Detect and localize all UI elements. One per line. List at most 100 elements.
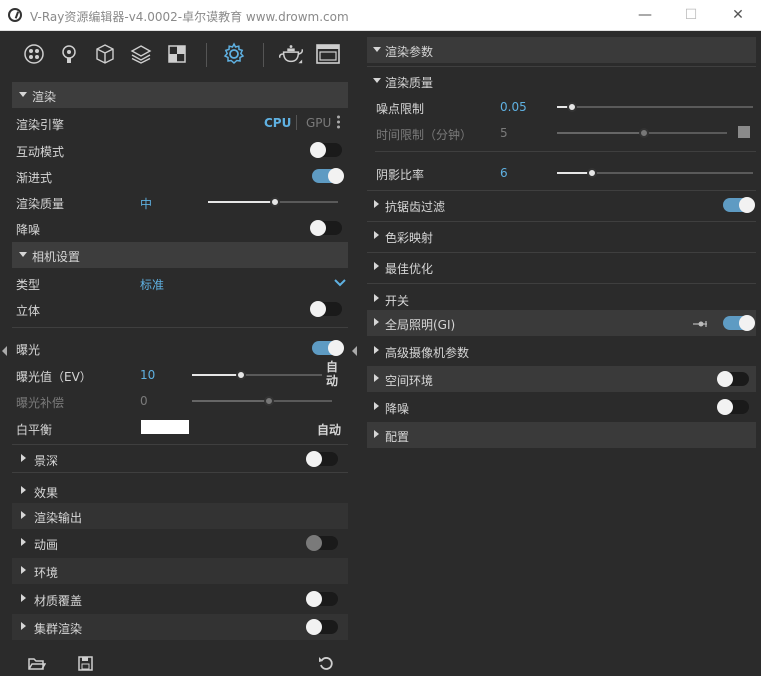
layers-icon[interactable] (128, 41, 154, 67)
animation-toggle[interactable] (306, 535, 338, 551)
lights-icon[interactable] (56, 41, 82, 67)
slider-handle (639, 128, 649, 138)
right-panel: 渲染参数 渲染质量 噪点限制 0.05 时间限制（分钟） 5 阴影比率 6 抗锯… (365, 31, 761, 676)
denoise-toggle[interactable] (310, 220, 342, 236)
render-quality-row: 渲染质量 中 (12, 189, 348, 215)
render-output-section[interactable]: 渲染输出 (12, 503, 348, 529)
dof-row[interactable]: 景深 (12, 446, 348, 472)
frame-buffer-icon[interactable] (315, 41, 341, 67)
interactive-label: 互动模式 (16, 145, 65, 159)
collapse-right-arrow-icon[interactable] (352, 346, 357, 356)
stereo-toggle[interactable] (310, 301, 342, 317)
render-params-header[interactable]: 渲染参数 (367, 37, 756, 63)
settings-icon[interactable] (221, 41, 247, 67)
ev-slider[interactable] (192, 370, 322, 380)
time-limit-checkbox[interactable] (738, 126, 750, 138)
config-row[interactable]: 配置 (367, 422, 756, 448)
ev-auto-button[interactable]: 自动 (326, 360, 340, 388)
denoise-label: 降噪 (16, 223, 41, 237)
environment-section[interactable]: 环境 (12, 558, 348, 584)
effects-row[interactable]: 效果 (12, 478, 348, 504)
effects-label: 效果 (34, 486, 59, 500)
bottom-toolbar (12, 651, 348, 676)
optimization-row[interactable]: 最佳优化 (367, 254, 756, 280)
gi-options-icon[interactable] (692, 318, 708, 332)
volumetric-row[interactable]: 空间环境 (367, 366, 756, 392)
close-button[interactable]: ✕ (727, 5, 749, 25)
material-override-section[interactable]: 材质覆盖 (12, 586, 348, 612)
slider-handle[interactable] (270, 197, 280, 207)
collapse-icon (19, 92, 27, 97)
progressive-label: 渐进式 (16, 171, 53, 185)
geometry-icon[interactable] (92, 41, 118, 67)
divider (12, 327, 348, 328)
antialias-row[interactable]: 抗锯齿过滤 (367, 192, 756, 218)
expand-icon (374, 200, 379, 208)
advanced-camera-row[interactable]: 高级摄像机参数 (367, 338, 756, 364)
chevron-down-icon[interactable] (334, 277, 346, 291)
collapse-icon (19, 252, 27, 257)
ev-label: 曝光值（EV） (16, 370, 92, 384)
noise-limit-slider[interactable] (557, 102, 753, 112)
panel-splitter[interactable] (348, 31, 361, 676)
open-folder-icon[interactable] (28, 657, 47, 674)
antialias-toggle[interactable] (723, 197, 755, 213)
camera-type-value[interactable]: 标准 (140, 276, 164, 293)
textures-icon[interactable] (164, 41, 190, 67)
interactive-toggle[interactable] (310, 142, 342, 158)
materials-icon[interactable] (21, 41, 47, 67)
time-limit-value: 5 (500, 126, 508, 140)
collapse-left-arrow-icon[interactable] (2, 346, 7, 356)
render-teapot-icon[interactable] (278, 41, 304, 67)
white-balance-auto-button[interactable]: 自动 (317, 421, 341, 438)
switches-row[interactable]: 开关 (367, 286, 756, 312)
gi-label: 全局照明(GI) (385, 318, 456, 332)
antialias-label: 抗锯齿过滤 (385, 200, 446, 214)
material-override-toggle[interactable] (306, 591, 338, 607)
divider (367, 190, 756, 191)
noise-limit-value[interactable]: 0.05 (500, 100, 527, 114)
more-options-icon[interactable] (337, 115, 340, 129)
slider-handle[interactable] (567, 102, 577, 112)
camera-section-title: 相机设置 (32, 250, 81, 264)
render-section-header[interactable]: 渲染 (12, 82, 348, 108)
minimize-button[interactable]: — (634, 5, 656, 25)
slider-handle[interactable] (587, 168, 597, 178)
maximize-button[interactable]: ☐ (680, 5, 702, 25)
white-balance-swatch[interactable] (141, 420, 189, 434)
denoiser-row[interactable]: 降噪 (367, 394, 756, 420)
camera-section-header[interactable]: 相机设置 (12, 242, 348, 268)
swarm-toggle[interactable] (306, 619, 338, 635)
reset-icon[interactable] (318, 656, 333, 674)
color-mapping-row[interactable]: 色彩映射 (367, 223, 756, 249)
expand-icon (21, 454, 26, 462)
camera-type-row[interactable]: 类型 标准 (12, 270, 348, 296)
exposure-toggle[interactable] (312, 340, 344, 356)
progressive-toggle[interactable] (312, 168, 344, 184)
engine-cpu-button[interactable]: CPU (264, 116, 291, 130)
dof-toggle[interactable] (306, 451, 338, 467)
render-quality-subheader[interactable]: 渲染质量 (367, 68, 756, 94)
gi-toggle[interactable] (723, 315, 755, 331)
save-icon[interactable] (78, 656, 93, 674)
stereo-label: 立体 (16, 304, 41, 318)
animation-section[interactable]: 动画 (12, 530, 348, 556)
swarm-section[interactable]: 集群渲染 (12, 614, 348, 640)
render-quality-label: 渲染质量 (16, 197, 65, 211)
gi-row[interactable]: 全局照明(GI) (367, 310, 756, 336)
shading-rate-label: 阴影比率 (376, 168, 425, 182)
engine-gpu-button[interactable]: GPU (306, 116, 331, 130)
shading-rate-value[interactable]: 6 (500, 166, 508, 180)
expand-icon (374, 318, 379, 326)
denoiser-toggle[interactable] (717, 399, 749, 415)
collapse-icon (373, 47, 381, 52)
ev-row: 曝光值（EV） 10 自动 (12, 360, 348, 388)
slider-handle[interactable] (236, 370, 246, 380)
time-limit-row: 时间限制（分钟） 5 (367, 120, 756, 146)
render-quality-slider[interactable] (208, 197, 338, 207)
ev-value[interactable]: 10 (140, 368, 155, 382)
stereo-row: 立体 (12, 296, 348, 322)
switches-label: 开关 (385, 294, 410, 308)
shading-rate-slider[interactable] (557, 168, 753, 178)
volumetric-toggle[interactable] (717, 371, 749, 387)
